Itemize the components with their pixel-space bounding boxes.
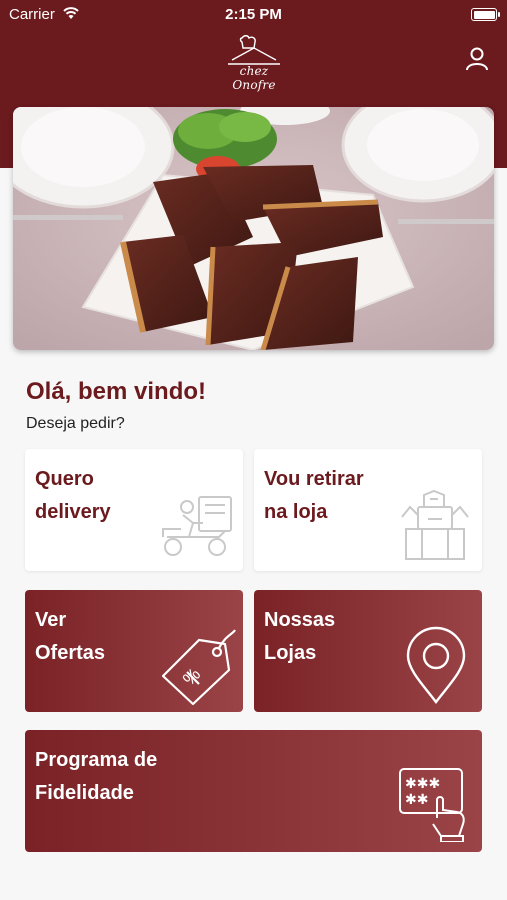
greeting-title: Olá, bem vindo! — [26, 378, 207, 405]
greeting-subtitle: Deseja pedir? — [26, 415, 125, 432]
delivery-card-button[interactable]: Quero delivery — [25, 449, 243, 571]
loyalty-card-button[interactable]: Programa de Fidelidade ✱✱✱ ✱✱ — [25, 730, 482, 852]
offers-card-button[interactable]: Ver Ofertas % — [25, 590, 243, 712]
loyalty-card-label: Programa de Fidelidade — [35, 744, 295, 810]
delivery-card-label-line1: Quero — [35, 468, 94, 490]
brand-logo: chez Onofre — [218, 34, 290, 92]
loyalty-card-label-line1: Programa de — [35, 749, 158, 771]
pickup-card-button[interactable]: Vou retirar na loja — [254, 449, 482, 571]
chef-hat-logo-icon — [228, 35, 280, 65]
status-bar: Carrier 2:15 PM — [0, 0, 507, 30]
loyalty-card-icon: ✱✱✱ ✱✱ — [399, 768, 465, 842]
price-tag-icon: % — [161, 629, 236, 706]
loyalty-card-label-line2: Fidelidade — [35, 782, 134, 804]
hero-banner-image — [13, 107, 494, 350]
map-pin-icon — [406, 626, 466, 704]
status-time: 2:15 PM — [225, 6, 282, 23]
delivery-scooter-icon — [162, 496, 232, 556]
store-pickup-icon — [401, 489, 469, 560]
logo-text: chez Onofre — [232, 64, 276, 92]
svg-text:✱✱: ✱✱ — [405, 792, 428, 808]
stores-card-button[interactable]: Nossas Lojas — [254, 590, 482, 712]
battery-icon — [471, 8, 500, 21]
user-profile-icon[interactable] — [464, 46, 490, 72]
svg-text:✱✱✱: ✱✱✱ — [405, 776, 440, 792]
